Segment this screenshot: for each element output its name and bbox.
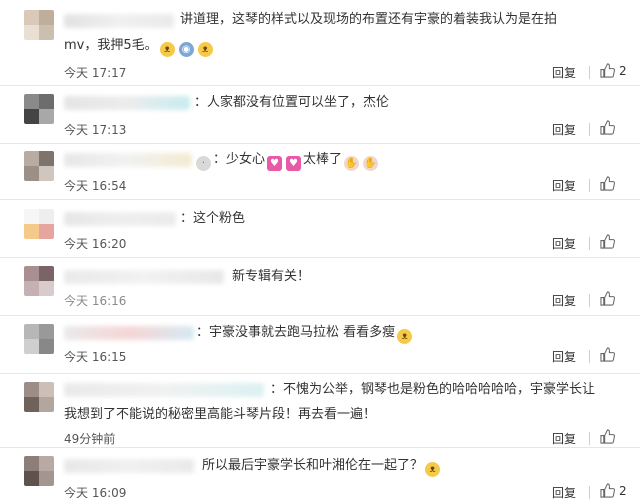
comment-time: 今天 16:09: [64, 486, 127, 500]
comment-item: 所以最后宇豪学长和叶湘伦在一起了？ ᴥ 今天 16:09 回复 2: [0, 448, 640, 503]
comment-text: 所以最后宇豪学长和叶湘伦在一起了？ ᴥ: [202, 455, 442, 477]
heart-emoji-icon: ♥: [286, 156, 302, 171]
cat-emoji-icon: ᴥ: [159, 42, 175, 57]
thumbs-up-icon: [600, 483, 615, 498]
comment-text-continued: 我想到了不能说的秘密里高能斗琴片段！再去看一遍！: [64, 404, 376, 426]
comment-text: ：宇豪没事就去跑马拉松 看看多瘦 ᴥ: [196, 322, 414, 344]
like-count: 2: [619, 484, 627, 498]
avatar[interactable]: [24, 209, 54, 239]
action-divider: [589, 486, 590, 499]
username-blurred[interactable]: [64, 270, 224, 284]
action-divider: [589, 66, 590, 79]
thumbs-up-icon: [600, 120, 615, 135]
comment-text: ：人家都没有位置可以坐了，杰伦: [194, 92, 389, 114]
like-button[interactable]: 2: [600, 63, 627, 78]
avatar[interactable]: [24, 324, 54, 354]
comment-time: 今天 17:13: [64, 123, 127, 137]
avatar[interactable]: [24, 10, 54, 40]
avatar[interactable]: [24, 382, 54, 412]
comment-text: ：不愧为公举，钢琴也是粉色的哈哈哈哈哈，宇豪学长让: [270, 379, 595, 401]
comment-text-line1: ：宇豪没事就去跑马拉松 看看多瘦: [196, 325, 396, 340]
action-divider: [589, 179, 590, 192]
thumbs-up-icon: [600, 347, 615, 362]
comment-text-after-hearts: 太棒了: [303, 152, 343, 167]
thumbs-up-icon: [600, 63, 615, 78]
comment-time: 今天 16:54: [64, 179, 127, 193]
thumbs-up-icon: [600, 176, 615, 191]
comment-item: ：人家都没有位置可以坐了，杰伦 今天 17:13 回复: [0, 86, 640, 144]
like-button[interactable]: [600, 234, 619, 249]
comment-text-line1: ：不愧为公举，钢琴也是粉色的哈哈哈哈哈，宇豪学长让: [270, 382, 596, 397]
like-button[interactable]: [600, 347, 619, 362]
username-blurred[interactable]: [64, 212, 176, 226]
comment-text-line2: mv，我押5毛。: [64, 38, 158, 53]
comment-item: ：不愧为公举，钢琴也是粉色的哈哈哈哈哈，宇豪学长让 我想到了不能说的秘密里高能斗…: [0, 374, 640, 448]
cat-emoji-icon: ᴥ: [397, 329, 413, 344]
cat-emoji-icon: ᴥ: [425, 462, 441, 477]
reply-button[interactable]: 回复: [552, 64, 576, 81]
like-button[interactable]: [600, 291, 619, 306]
like-count: 2: [619, 64, 627, 78]
comment-text-line1: ：这个粉色: [180, 211, 246, 226]
username-blurred[interactable]: [64, 326, 194, 340]
comment-item: 新专辑有关！ 今天 16:16 回复: [0, 258, 640, 316]
like-button[interactable]: [600, 176, 619, 191]
comment-text-line1: ：少女心: [213, 152, 266, 167]
like-button[interactable]: [600, 429, 619, 444]
comment-item: ：宇豪没事就去跑马拉松 看看多瘦 ᴥ 今天 16:15 回复: [0, 316, 640, 374]
comment-item: · ：少女心 ♥ ♥ 太棒了 ✋ ✋ 今天 16:54 回复: [0, 144, 640, 200]
thumbs-up-icon: [600, 291, 615, 306]
clap-emoji-icon: ✋: [363, 156, 379, 171]
comment-text-continued: mv，我押5毛。 ᴥ ◉ ᴥ: [64, 35, 215, 57]
eyes-emoji-icon: ◉: [178, 42, 194, 57]
reply-button[interactable]: 回复: [552, 177, 576, 194]
avatar[interactable]: [24, 266, 54, 296]
comment-time: 今天 16:20: [64, 237, 127, 251]
avatar[interactable]: [24, 456, 54, 486]
comment-time: 今天 17:17: [64, 66, 127, 80]
reply-button[interactable]: 回复: [552, 348, 576, 365]
avatar[interactable]: [24, 151, 54, 181]
username-blurred[interactable]: [64, 96, 190, 110]
face-emoji-icon: ·: [196, 156, 211, 171]
username-blurred[interactable]: [64, 383, 264, 397]
cat-emoji-icon: ᴥ: [197, 42, 213, 57]
action-divider: [589, 123, 590, 136]
action-divider: [589, 350, 590, 363]
action-divider: [589, 237, 590, 250]
comment-item: 讲道理，这琴的样式以及现场的布置还有宇豪的着装我认为是在拍 mv，我押5毛。 ᴥ ◉…: [0, 0, 640, 86]
thumbs-up-icon: [600, 234, 615, 249]
reply-button[interactable]: 回复: [552, 121, 576, 138]
comment-text-line1: 新专辑有关！: [232, 269, 311, 284]
reply-button[interactable]: 回复: [552, 484, 576, 501]
comment-text-line1: 所以最后宇豪学长和叶湘伦在一起了？: [202, 458, 424, 473]
comment-item: ：这个粉色 今天 16:20 回复: [0, 200, 640, 258]
comment-text-line1: 讲道理，这琴的样式以及现场的布置还有宇豪的着装我认为是在拍: [180, 12, 558, 27]
comment-text-line1: ：人家都没有位置可以坐了，杰伦: [194, 95, 390, 110]
like-button[interactable]: [600, 120, 619, 135]
username-blurred[interactable]: [64, 459, 194, 473]
comment-time: 今天 16:16: [64, 294, 127, 308]
username-blurred[interactable]: [64, 153, 192, 167]
avatar[interactable]: [24, 94, 54, 124]
action-divider: [589, 432, 590, 445]
comment-text: · ：少女心 ♥ ♥ 太棒了 ✋ ✋: [194, 149, 380, 171]
reply-button[interactable]: 回复: [552, 292, 576, 309]
comment-time: 49分钟前: [64, 432, 116, 446]
clap-emoji-icon: ✋: [344, 156, 360, 171]
like-button[interactable]: 2: [600, 483, 627, 498]
comment-text: 讲道理，这琴的样式以及现场的布置还有宇豪的着装我认为是在拍: [180, 9, 557, 31]
action-divider: [589, 294, 590, 307]
heart-emoji-icon: ♥: [267, 156, 283, 171]
comment-text-line2: 我想到了不能说的秘密里高能斗琴片段！再去看一遍！: [64, 407, 377, 422]
comment-text: ：这个粉色: [180, 208, 245, 230]
reply-button[interactable]: 回复: [552, 235, 576, 252]
username-blurred[interactable]: [64, 14, 174, 28]
thumbs-up-icon: [600, 429, 615, 444]
reply-button[interactable]: 回复: [552, 430, 576, 447]
comment-time: 今天 16:15: [64, 350, 127, 364]
comment-text: 新专辑有关！: [232, 266, 310, 288]
